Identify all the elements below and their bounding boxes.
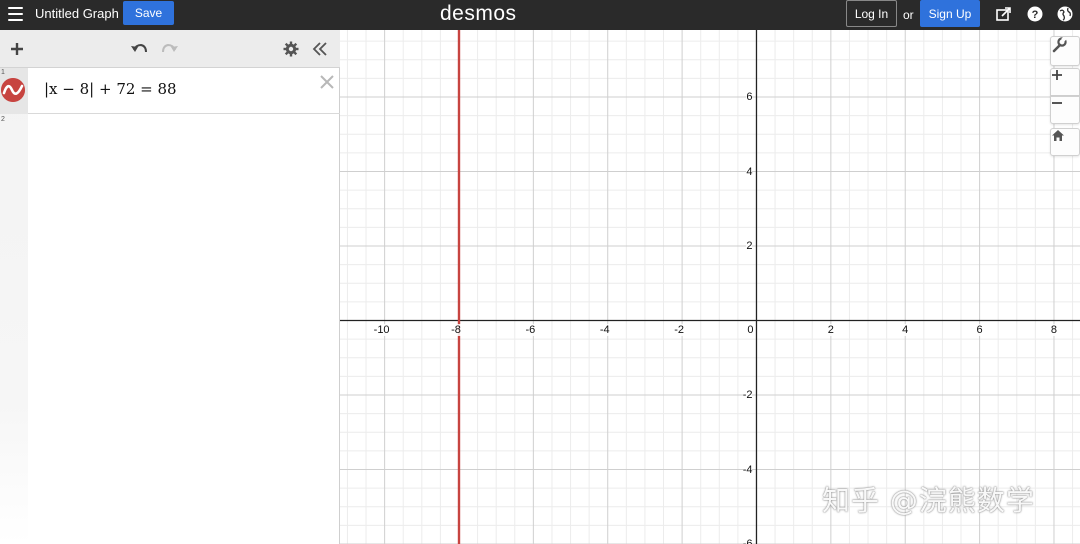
- expression-index: 1: [1, 69, 5, 76]
- top-bar: Untitled Graph Save desmos Log In or Sig…: [0, 0, 1080, 30]
- default-viewport-button[interactable]: [1050, 128, 1080, 156]
- graph-svg: [340, 30, 1080, 544]
- y-tick-label: -6: [742, 538, 753, 544]
- watermark-text: 知乎 @浣熊数学: [822, 484, 1035, 517]
- x-tick-label: -10: [373, 323, 390, 336]
- expression-gutter: [0, 68, 28, 544]
- redo-icon[interactable]: [161, 42, 179, 56]
- graph-settings-button[interactable]: [1050, 36, 1080, 66]
- y-tick-label: 6: [746, 91, 753, 104]
- graph-canvas[interactable]: -10 -8 -6 -4 -2 0 2 4 6 8 6 4 2 -2 -4 -6: [340, 30, 1080, 544]
- x-tick-label: 6: [976, 323, 983, 336]
- expression-row-2[interactable]: [28, 115, 339, 155]
- graph-wave-icon[interactable]: [1, 78, 25, 102]
- desmos-logo: desmos: [440, 0, 517, 28]
- collapse-panel-icon[interactable]: [312, 42, 328, 56]
- hamburger-menu-icon[interactable]: [8, 7, 23, 21]
- y-tick-label: 2: [746, 240, 753, 253]
- zoom-out-icon: [1052, 102, 1062, 104]
- expression-row-1[interactable]: 1 |x − 8| + 72 = 88: [0, 68, 340, 114]
- zoom-in-icon: [1052, 70, 1062, 80]
- zoom-out-button[interactable]: [1050, 96, 1080, 124]
- x-tick-label: 8: [1050, 323, 1058, 336]
- language-globe-icon[interactable]: [1056, 5, 1074, 23]
- x-tick-label: -8: [451, 323, 461, 336]
- settings-gear-icon[interactable]: [283, 41, 299, 57]
- x-tick-label: -4: [599, 323, 610, 336]
- x-tick-label: 0: [747, 323, 754, 336]
- x-tick-label: 4: [902, 323, 909, 336]
- delete-expression-icon[interactable]: [318, 73, 336, 91]
- x-tick-label: -2: [674, 323, 684, 336]
- x-tick-label: -6: [525, 323, 536, 336]
- logo-text: desmos: [440, 2, 517, 25]
- graph-title[interactable]: Untitled Graph: [35, 6, 119, 21]
- y-tick-label: -4: [742, 463, 753, 476]
- share-icon[interactable]: [995, 5, 1013, 23]
- expression-latex: |x − 8| + 72 = 88: [44, 80, 177, 98]
- save-button[interactable]: Save: [123, 1, 174, 25]
- undo-icon[interactable]: [130, 42, 148, 56]
- y-tick-label: -2: [742, 389, 753, 401]
- x-tick-label: 2: [827, 323, 834, 336]
- or-label: or: [903, 8, 914, 22]
- expression-math[interactable]: |x − 8| + 72 = 88: [44, 80, 177, 98]
- help-icon[interactable]: ?: [1026, 5, 1044, 23]
- home-icon: [1052, 130, 1064, 141]
- expression-toolbar: [0, 30, 340, 68]
- wrench-icon: [1052, 37, 1067, 53]
- svg-text:?: ?: [1032, 9, 1039, 21]
- login-button[interactable]: Log In: [846, 0, 897, 27]
- y-tick-label: 4: [746, 165, 753, 178]
- expression-index-2: 2: [1, 116, 5, 123]
- add-icon[interactable]: [9, 41, 25, 57]
- expression-panel: 1 |x − 8| + 72 = 88 2: [0, 30, 340, 544]
- zoom-in-button[interactable]: [1050, 68, 1080, 96]
- signup-button[interactable]: Sign Up: [920, 0, 980, 27]
